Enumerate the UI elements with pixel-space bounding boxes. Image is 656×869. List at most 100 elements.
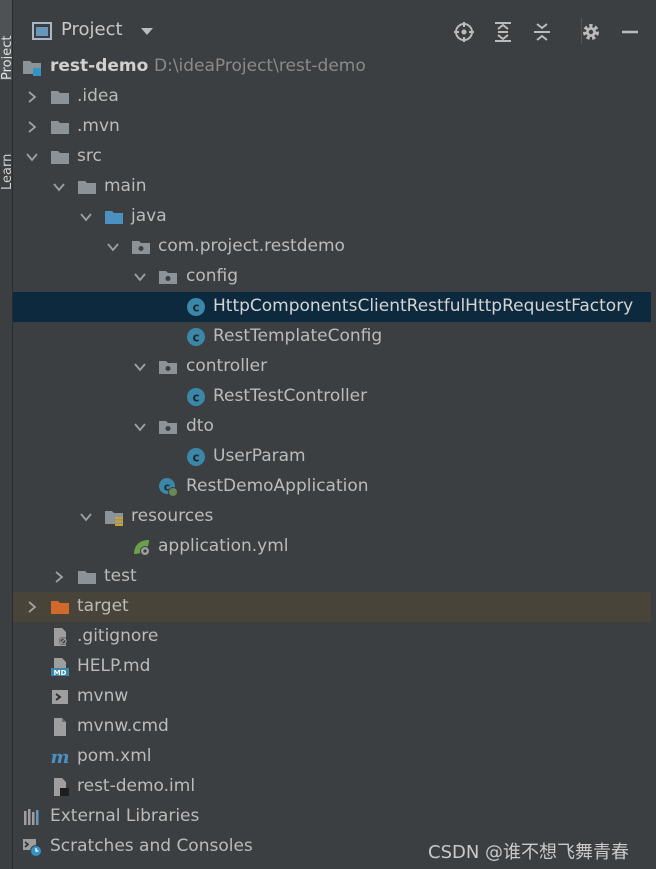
folder-icon bbox=[51, 121, 69, 134]
hide-icon[interactable] bbox=[619, 21, 641, 43]
tree-row-test[interactable]: test bbox=[13, 562, 651, 592]
folder-icon bbox=[78, 571, 96, 584]
spring-boot-class-icon: c bbox=[159, 478, 178, 497]
tree-label: target bbox=[77, 596, 129, 616]
tree-row-mvnw[interactable]: mvnw bbox=[13, 682, 651, 712]
gear-icon[interactable] bbox=[580, 21, 602, 43]
tree-row-controller[interactable]: controller bbox=[13, 352, 651, 382]
tree-row-target[interactable]: target bbox=[13, 592, 651, 622]
chevron-down-icon[interactable] bbox=[133, 420, 147, 434]
tree-row-gitignore[interactable]: .gitignore bbox=[13, 622, 651, 652]
tree-row-config[interactable]: config bbox=[13, 262, 651, 292]
tree-label: pom.xml bbox=[77, 746, 152, 766]
ignore-file-icon bbox=[54, 628, 67, 646]
source-folder-icon bbox=[105, 211, 123, 224]
tree-label: mvnw bbox=[77, 686, 129, 706]
maven-icon: m bbox=[50, 747, 69, 767]
tree-label: .idea bbox=[77, 86, 119, 106]
package-icon bbox=[159, 271, 177, 284]
tree-row-rest-test-controller[interactable]: c RestTestController bbox=[13, 382, 651, 412]
tree-row-src[interactable]: src bbox=[13, 142, 651, 172]
chevron-down-icon[interactable] bbox=[133, 270, 147, 284]
svg-text:MD: MD bbox=[54, 669, 67, 677]
chevron-down-icon[interactable] bbox=[106, 240, 120, 254]
package-icon bbox=[159, 361, 177, 374]
chevron-down-icon[interactable] bbox=[79, 210, 93, 224]
tree-row-help-md[interactable]: MD HELP.md bbox=[13, 652, 651, 682]
project-side-tab[interactable]: Project bbox=[0, 0, 12, 80]
tree-row-rest-template-config[interactable]: c RestTemplateConfig bbox=[13, 322, 651, 352]
shell-script-icon bbox=[52, 690, 68, 704]
resources-folder-icon bbox=[105, 511, 123, 526]
tree-label: rest-demo bbox=[50, 56, 149, 76]
tree-row-factory-selected[interactable]: c HttpComponentsClientRestfulHttpRequest… bbox=[13, 292, 651, 322]
tree-label: RestTemplateConfig bbox=[213, 326, 383, 346]
tree-row-external-libraries[interactable]: External Libraries bbox=[13, 802, 651, 832]
tree-label: .mvn bbox=[77, 116, 120, 136]
package-icon bbox=[132, 241, 150, 254]
tree-row-mvnw-cmd[interactable]: mvnw.cmd bbox=[13, 712, 651, 742]
tree-row-pom-xml[interactable]: m pom.xml bbox=[13, 742, 651, 772]
module-file-icon bbox=[54, 778, 69, 796]
tree-row-mvn[interactable]: .mvn bbox=[13, 112, 651, 142]
locate-icon[interactable] bbox=[453, 21, 475, 43]
tree-label: .gitignore bbox=[77, 626, 159, 646]
tree-label: main bbox=[104, 176, 147, 196]
chevron-down-icon[interactable] bbox=[140, 27, 154, 36]
tree-label: controller bbox=[186, 356, 268, 376]
text-file-icon bbox=[54, 718, 66, 736]
tree-row-application-yml[interactable]: application.yml bbox=[13, 532, 651, 562]
project-view-icon bbox=[32, 22, 52, 40]
svg-text:c: c bbox=[192, 391, 199, 405]
tree-label: resources bbox=[131, 506, 214, 526]
tree-row-rest-demo-application[interactable]: c RestDemoApplication bbox=[13, 472, 651, 502]
chevron-down-icon[interactable] bbox=[52, 180, 66, 194]
watermark: CSDN @谁不想飞舞青春 bbox=[428, 842, 630, 863]
tree-label: HELP.md bbox=[77, 656, 151, 676]
chevron-right-icon[interactable] bbox=[25, 90, 39, 104]
tree-row-java[interactable]: java bbox=[13, 202, 651, 232]
tree-label: RestDemoApplication bbox=[186, 476, 369, 496]
tree-label: dto bbox=[186, 416, 214, 436]
module-folder-icon bbox=[23, 61, 41, 76]
view-title[interactable]: Project bbox=[61, 19, 123, 40]
tree-row-resources[interactable]: resources bbox=[13, 502, 651, 532]
folder-icon bbox=[78, 181, 96, 194]
folder-icon bbox=[51, 91, 69, 104]
tree-row-dto[interactable]: dto bbox=[13, 412, 651, 442]
project-path: D:\ideaProject\rest-demo bbox=[154, 56, 366, 76]
tree-row-user-param[interactable]: c UserParam bbox=[13, 442, 651, 472]
chevron-down-icon[interactable] bbox=[25, 150, 39, 164]
tree-label: RestTestController bbox=[213, 386, 368, 406]
tree-label: Scratches and Consoles bbox=[50, 836, 253, 856]
chevron-right-icon[interactable] bbox=[25, 600, 39, 614]
chevron-down-icon[interactable] bbox=[133, 360, 147, 374]
tree-label: UserParam bbox=[213, 446, 306, 466]
tree-row-rest-demo-iml[interactable]: rest-demo.iml bbox=[13, 772, 651, 802]
left-tool-strip: Project Learn bbox=[0, 0, 13, 869]
tree-row-idea[interactable]: .idea bbox=[13, 82, 651, 112]
tree-label: mvnw.cmd bbox=[77, 716, 169, 736]
chevron-right-icon[interactable] bbox=[25, 120, 39, 134]
tree-label: HttpComponentsClientRestfulHttpRequestFa… bbox=[213, 296, 634, 316]
tree-label: config bbox=[186, 266, 239, 286]
tree-row-package[interactable]: com.project.restdemo bbox=[13, 232, 651, 262]
libraries-icon bbox=[24, 809, 39, 825]
tree-label: test bbox=[104, 566, 137, 586]
tree-label: External Libraries bbox=[50, 806, 200, 826]
expand-all-icon[interactable] bbox=[492, 21, 514, 43]
excluded-folder-icon bbox=[51, 601, 69, 614]
chevron-right-icon[interactable] bbox=[52, 570, 66, 584]
tree-row-main[interactable]: main bbox=[13, 172, 651, 202]
collapse-all-icon[interactable] bbox=[531, 21, 553, 43]
chevron-down-icon[interactable] bbox=[79, 510, 93, 524]
spring-config-icon bbox=[134, 540, 150, 556]
folder-icon bbox=[51, 151, 69, 164]
tree-label: src bbox=[77, 146, 102, 166]
tree-row-rest-demo[interactable]: rest-demo D:\ideaProject\rest-demo bbox=[13, 52, 651, 82]
package-icon bbox=[159, 421, 177, 434]
tree-label: com.project.restdemo bbox=[158, 236, 345, 256]
class-icon: c bbox=[187, 328, 205, 346]
learn-side-tab[interactable]: Learn bbox=[0, 120, 12, 190]
scratches-icon bbox=[23, 839, 42, 857]
